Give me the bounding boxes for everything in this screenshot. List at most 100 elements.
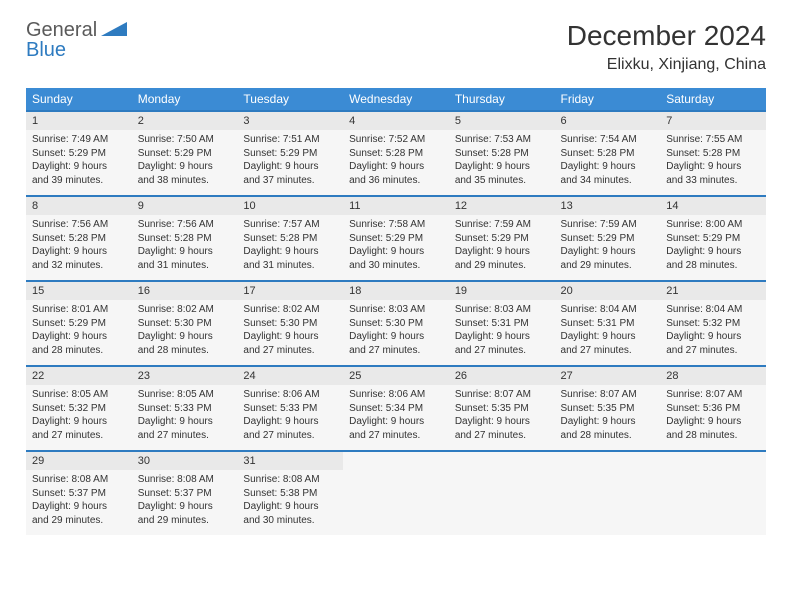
day-cell (555, 470, 661, 535)
sunrise-text: Sunrise: 8:05 AM (138, 388, 232, 402)
date-cell: 19 (449, 281, 555, 300)
sunset-text: Sunset: 5:30 PM (349, 317, 443, 331)
date-row: 15161718192021 (26, 281, 766, 300)
content-row: Sunrise: 8:08 AMSunset: 5:37 PMDaylight:… (26, 470, 766, 535)
sunset-text: Sunset: 5:37 PM (138, 487, 232, 501)
date-row: 293031 (26, 451, 766, 470)
sunrise-text: Sunrise: 7:59 AM (455, 218, 549, 232)
date-cell: 17 (237, 281, 343, 300)
sunset-text: Sunset: 5:37 PM (32, 487, 126, 501)
daylight-text-2: and 30 minutes. (349, 259, 443, 273)
sunset-text: Sunset: 5:29 PM (561, 232, 655, 246)
date-cell: 26 (449, 366, 555, 385)
date-cell: 7 (660, 111, 766, 130)
date-row: 1234567 (26, 111, 766, 130)
sunrise-text: Sunrise: 8:02 AM (138, 303, 232, 317)
daylight-text-2: and 28 minutes. (32, 344, 126, 358)
sunrise-text: Sunrise: 7:57 AM (243, 218, 337, 232)
date-cell: 16 (132, 281, 238, 300)
sunset-text: Sunset: 5:28 PM (32, 232, 126, 246)
calendar-table: Sunday Monday Tuesday Wednesday Thursday… (26, 88, 766, 535)
sunrise-text: Sunrise: 8:08 AM (32, 473, 126, 487)
daylight-text-2: and 30 minutes. (243, 514, 337, 528)
day-cell: Sunrise: 8:08 AMSunset: 5:37 PMDaylight:… (132, 470, 238, 535)
date-cell: 31 (237, 451, 343, 470)
sunset-text: Sunset: 5:29 PM (32, 147, 126, 161)
day-cell: Sunrise: 8:05 AMSunset: 5:33 PMDaylight:… (132, 385, 238, 451)
daylight-text-1: Daylight: 9 hours (138, 160, 232, 174)
sunset-text: Sunset: 5:33 PM (138, 402, 232, 416)
daylight-text-2: and 29 minutes. (455, 259, 549, 273)
daylight-text-1: Daylight: 9 hours (561, 160, 655, 174)
daylight-text-1: Daylight: 9 hours (138, 500, 232, 514)
date-cell: 21 (660, 281, 766, 300)
sunset-text: Sunset: 5:38 PM (243, 487, 337, 501)
sunrise-text: Sunrise: 7:54 AM (561, 133, 655, 147)
sunset-text: Sunset: 5:32 PM (666, 317, 760, 331)
date-cell: 24 (237, 366, 343, 385)
date-cell: 11 (343, 196, 449, 215)
sunset-text: Sunset: 5:30 PM (243, 317, 337, 331)
sunrise-text: Sunrise: 7:58 AM (349, 218, 443, 232)
daylight-text-1: Daylight: 9 hours (243, 160, 337, 174)
logo-text-general: General (26, 19, 97, 41)
day-of-week-row: Sunday Monday Tuesday Wednesday Thursday… (26, 88, 766, 111)
day-cell: Sunrise: 8:02 AMSunset: 5:30 PMDaylight:… (132, 300, 238, 366)
sunset-text: Sunset: 5:36 PM (666, 402, 760, 416)
sunrise-text: Sunrise: 8:04 AM (666, 303, 760, 317)
sunrise-text: Sunrise: 8:03 AM (349, 303, 443, 317)
daylight-text-1: Daylight: 9 hours (455, 245, 549, 259)
day-cell: Sunrise: 7:58 AMSunset: 5:29 PMDaylight:… (343, 215, 449, 281)
dow-monday: Monday (132, 88, 238, 111)
day-cell: Sunrise: 7:53 AMSunset: 5:28 PMDaylight:… (449, 130, 555, 196)
date-cell: 25 (343, 366, 449, 385)
date-cell: 3 (237, 111, 343, 130)
daylight-text-2: and 29 minutes. (561, 259, 655, 273)
sunset-text: Sunset: 5:30 PM (138, 317, 232, 331)
sunrise-text: Sunrise: 8:08 AM (138, 473, 232, 487)
day-cell: Sunrise: 8:08 AMSunset: 5:37 PMDaylight:… (26, 470, 132, 535)
sunrise-text: Sunrise: 7:53 AM (455, 133, 549, 147)
day-cell: Sunrise: 8:00 AMSunset: 5:29 PMDaylight:… (660, 215, 766, 281)
daylight-text-1: Daylight: 9 hours (243, 245, 337, 259)
day-cell: Sunrise: 7:51 AMSunset: 5:29 PMDaylight:… (237, 130, 343, 196)
daylight-text-2: and 39 minutes. (32, 174, 126, 188)
location: Elixku, Xinjiang, China (567, 56, 766, 74)
day-cell: Sunrise: 8:04 AMSunset: 5:32 PMDaylight:… (660, 300, 766, 366)
date-cell: 30 (132, 451, 238, 470)
day-cell (449, 470, 555, 535)
sunrise-text: Sunrise: 7:56 AM (138, 218, 232, 232)
daylight-text-2: and 34 minutes. (561, 174, 655, 188)
sunrise-text: Sunrise: 8:02 AM (243, 303, 337, 317)
daylight-text-2: and 32 minutes. (32, 259, 126, 273)
date-cell: 12 (449, 196, 555, 215)
date-cell: 15 (26, 281, 132, 300)
daylight-text-2: and 38 minutes. (138, 174, 232, 188)
day-cell (660, 470, 766, 535)
date-cell: 23 (132, 366, 238, 385)
daylight-text-1: Daylight: 9 hours (455, 330, 549, 344)
sunrise-text: Sunrise: 8:06 AM (349, 388, 443, 402)
date-row: 891011121314 (26, 196, 766, 215)
sunset-text: Sunset: 5:28 PM (666, 147, 760, 161)
day-cell: Sunrise: 8:06 AMSunset: 5:33 PMDaylight:… (237, 385, 343, 451)
daylight-text-1: Daylight: 9 hours (455, 160, 549, 174)
day-cell: Sunrise: 8:03 AMSunset: 5:31 PMDaylight:… (449, 300, 555, 366)
daylight-text-1: Daylight: 9 hours (349, 160, 443, 174)
day-cell: Sunrise: 7:56 AMSunset: 5:28 PMDaylight:… (132, 215, 238, 281)
date-cell: 1 (26, 111, 132, 130)
date-cell: 5 (449, 111, 555, 130)
day-cell: Sunrise: 8:01 AMSunset: 5:29 PMDaylight:… (26, 300, 132, 366)
dow-thursday: Thursday (449, 88, 555, 111)
daylight-text-2: and 27 minutes. (243, 429, 337, 443)
day-cell: Sunrise: 7:55 AMSunset: 5:28 PMDaylight:… (660, 130, 766, 196)
date-cell (449, 451, 555, 470)
sunset-text: Sunset: 5:29 PM (666, 232, 760, 246)
sunrise-text: Sunrise: 7:51 AM (243, 133, 337, 147)
day-cell: Sunrise: 8:08 AMSunset: 5:38 PMDaylight:… (237, 470, 343, 535)
daylight-text-2: and 31 minutes. (243, 259, 337, 273)
daylight-text-1: Daylight: 9 hours (561, 330, 655, 344)
daylight-text-2: and 28 minutes. (666, 429, 760, 443)
date-cell: 6 (555, 111, 661, 130)
daylight-text-1: Daylight: 9 hours (32, 500, 126, 514)
